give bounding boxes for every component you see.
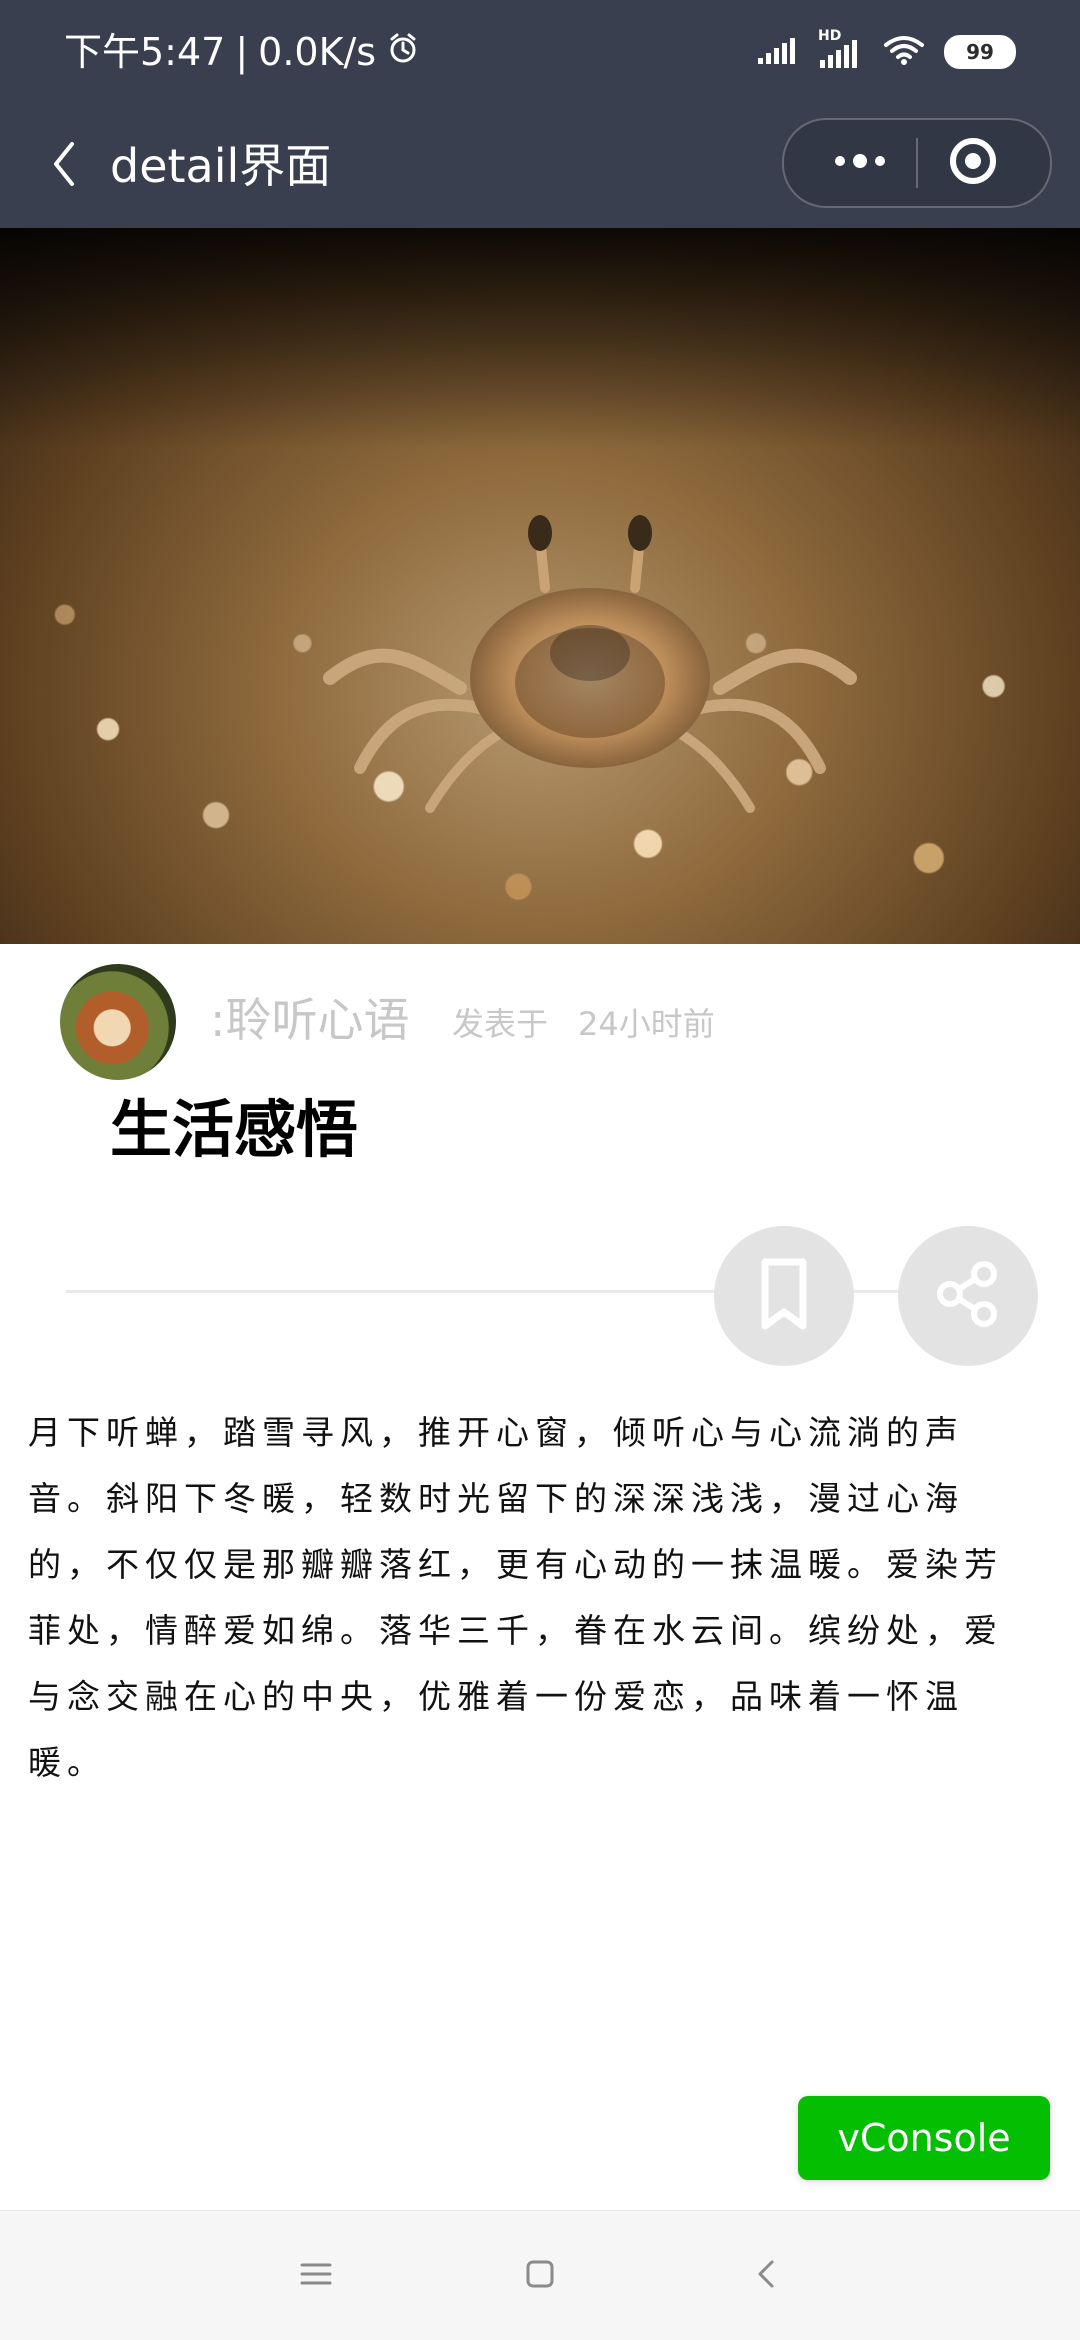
menu-icon xyxy=(296,2257,336,2295)
hero-image xyxy=(0,228,1080,944)
share-button[interactable] xyxy=(898,1226,1038,1366)
battery-level: 99 xyxy=(966,40,994,64)
chevron-left-icon xyxy=(50,140,78,192)
system-navigation-bar xyxy=(0,2210,1080,2340)
signal-hd-icon: HD xyxy=(818,28,864,70)
status-right: HD 99 xyxy=(756,28,1016,74)
alarm-icon xyxy=(386,28,420,76)
capsule-divider xyxy=(916,138,918,188)
avatar[interactable] xyxy=(60,964,176,1080)
battery-indicator: 99 xyxy=(944,35,1016,69)
miniapp-capsule xyxy=(782,118,1052,208)
bookmark-icon xyxy=(749,1254,819,1338)
back-icon xyxy=(748,2254,788,2298)
system-back-button[interactable] xyxy=(708,2211,828,2340)
status-separator: | xyxy=(235,30,249,74)
article-title: 生活感悟 xyxy=(110,1093,359,1166)
status-bar: 下午5:47 | 0.0K/s HD 99 xyxy=(0,0,1080,104)
capsule-more-button[interactable] xyxy=(820,120,900,206)
nav-bar: detail界面 xyxy=(0,104,1080,228)
home-icon xyxy=(520,2254,560,2298)
capsule-close-button[interactable] xyxy=(930,120,1016,206)
status-left: 下午5:47 | 0.0K/s xyxy=(64,28,420,76)
wifi-icon xyxy=(882,33,926,71)
signal-icon xyxy=(756,34,800,70)
posted-label: 发表于 xyxy=(452,1005,549,1043)
vconsole-button[interactable]: vConsole xyxy=(798,2096,1050,2180)
article-body: 月下听蝉，踏雪寻风，推开心窗，倾听心与心流淌的声音。斜阳下冬暖，轻数时光留下的深… xyxy=(28,1413,1003,1782)
target-icon xyxy=(945,133,1001,193)
status-net-speed: 0.0K/s xyxy=(258,30,377,74)
share-icon xyxy=(928,1254,1008,1338)
screen: 下午5:47 | 0.0K/s HD 99 detail界面:聆听心语 发表于… xyxy=(0,0,1080,2340)
bookmark-button[interactable] xyxy=(714,1226,854,1366)
author-name[interactable]: :聆听心语 xyxy=(210,992,410,1048)
crab-illustration xyxy=(323,515,857,813)
system-home-button[interactable] xyxy=(480,2211,600,2340)
more-dots-icon xyxy=(830,151,890,175)
nav-back-button[interactable] xyxy=(40,134,88,198)
posted-time: 24小时前 xyxy=(578,1005,715,1043)
author-row: :聆听心语 发表于 24小时前 xyxy=(60,964,1020,1084)
system-menu-button[interactable] xyxy=(256,2211,376,2340)
hero-shade xyxy=(0,228,1080,448)
page-title: detail界面 xyxy=(110,139,332,193)
status-time: 下午5:47 xyxy=(64,30,226,74)
